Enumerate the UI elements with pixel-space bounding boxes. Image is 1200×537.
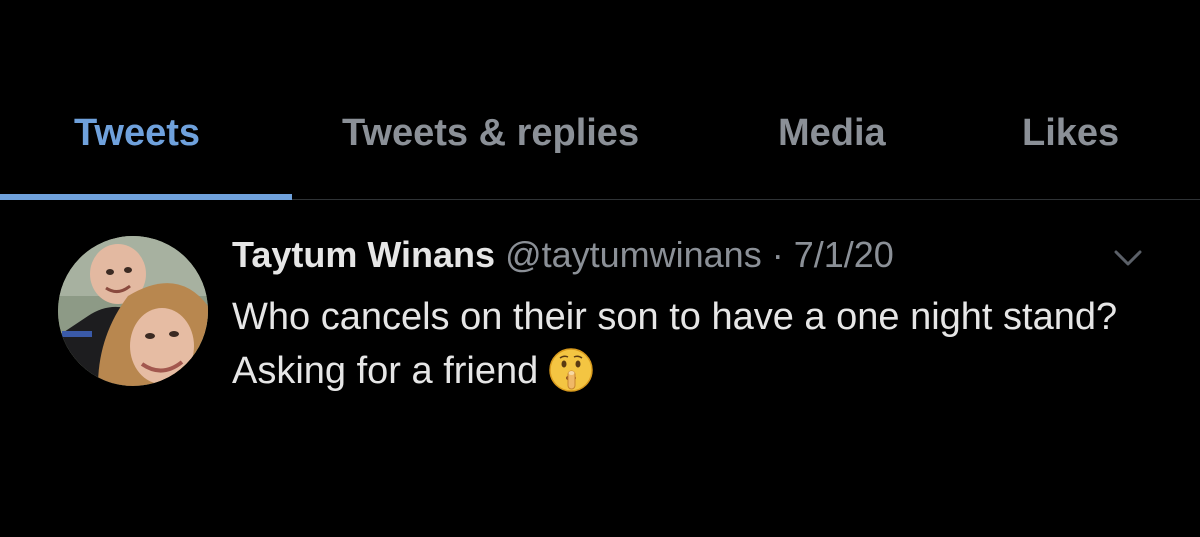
tweet-text: Who cancels on their son to have a one n…: [232, 296, 1118, 392]
tab-tweets[interactable]: Tweets: [74, 112, 200, 155]
chevron-down-icon[interactable]: [1110, 244, 1146, 272]
avatar-photo: [58, 236, 208, 386]
tab-tweets-and-replies[interactable]: Tweets & replies: [342, 112, 639, 155]
tab-media[interactable]: Media: [778, 112, 886, 155]
shushing-face-icon: [548, 347, 594, 393]
profile-tabs: Tweets Tweets & replies Media Likes: [0, 0, 1200, 200]
active-tab-indicator: [0, 194, 292, 200]
author-handle[interactable]: @taytumwinans: [505, 234, 762, 275]
author-name[interactable]: Taytum Winans: [232, 234, 495, 275]
tweet-date[interactable]: 7/1/20: [794, 234, 894, 275]
tab-likes[interactable]: Likes: [1022, 112, 1119, 155]
tweet-header: Taytum Winans @taytumwinans · 7/1/20: [232, 234, 894, 276]
header-separator: ·: [771, 234, 784, 275]
tweet-text-container: Who cancels on their son to have a one n…: [232, 290, 1152, 398]
avatar[interactable]: [58, 236, 208, 386]
